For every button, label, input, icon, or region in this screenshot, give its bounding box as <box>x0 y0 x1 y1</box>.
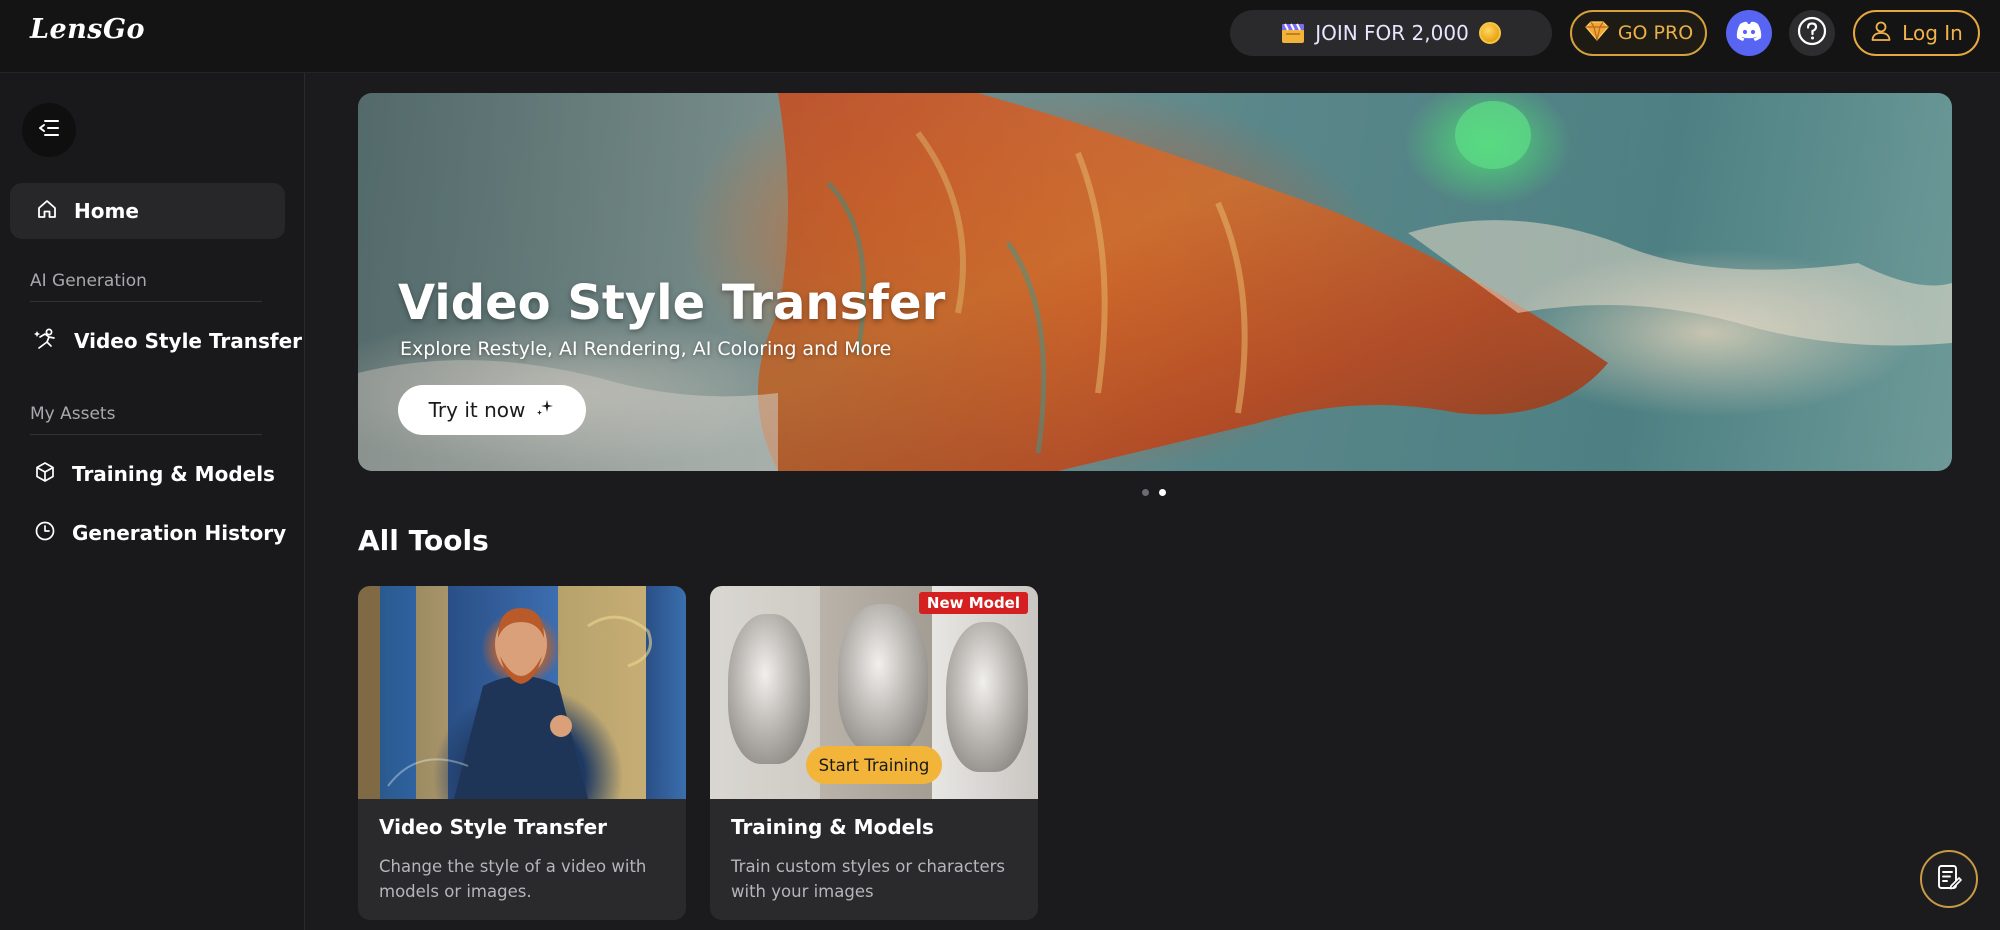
card-title: Training & Models <box>731 815 934 839</box>
diamond-icon <box>1584 20 1610 47</box>
discord-button[interactable] <box>1726 10 1772 56</box>
cube-icon <box>34 461 56 488</box>
statue-image-2 <box>838 604 928 754</box>
tool-card-training-models[interactable]: New Model Start Training Training & Mode… <box>710 586 1038 920</box>
notepad-edit-icon <box>1935 863 1963 895</box>
statue-image-3 <box>946 622 1028 772</box>
section-divider <box>30 434 262 435</box>
training-models-thumbnail: New Model Start Training <box>710 586 1038 799</box>
help-button[interactable] <box>1789 10 1835 56</box>
discord-icon <box>1736 21 1762 45</box>
go-pro-button[interactable]: GO PRO <box>1570 10 1707 56</box>
sidebar-item-video-style-transfer[interactable]: Video Style Transfer <box>34 321 302 361</box>
card-description: Train custom styles or characters with y… <box>731 857 1005 901</box>
section-label-my-assets: My Assets <box>30 404 116 424</box>
sidebar-item-label: Video Style Transfer <box>74 329 303 353</box>
sidebar: Home AI Generation Video Style Transfer … <box>0 73 305 930</box>
tool-card-video-style-transfer[interactable]: Video Style Transfer Change the style of… <box>358 586 686 920</box>
try-it-now-label: Try it now <box>428 398 526 422</box>
section-heading-all-tools: All Tools <box>358 524 489 557</box>
home-icon <box>36 198 58 225</box>
new-model-badge: New Model <box>918 592 1028 614</box>
section-label-ai-generation: AI Generation <box>30 271 147 291</box>
hero-banner[interactable]: Video Style Transfer Explore Restyle, AI… <box>358 93 1952 471</box>
join-button[interactable]: JOIN FOR 2,000 <box>1230 10 1552 56</box>
help-icon <box>1797 16 1827 50</box>
carousel-dot-1[interactable] <box>1142 489 1149 496</box>
sparkle-icon <box>535 398 555 423</box>
carousel-pagination <box>1142 489 1166 496</box>
card-description: Change the style of a video with models … <box>379 857 647 901</box>
card-title: Video Style Transfer <box>379 815 608 839</box>
banner-title: Video Style Transfer <box>398 275 946 331</box>
style-transfer-icon <box>34 327 58 356</box>
sidebar-item-generation-history[interactable]: Generation History <box>34 513 286 553</box>
sidebar-item-home[interactable]: Home <box>10 183 285 239</box>
coin-icon <box>1478 22 1501 44</box>
sidebar-item-label: Home <box>74 199 139 223</box>
clapperboard-icon <box>1281 22 1305 44</box>
try-it-now-button[interactable]: Try it now <box>398 385 586 435</box>
login-label: Log In <box>1902 21 1963 45</box>
collapse-sidebar-button[interactable] <box>22 103 76 157</box>
top-bar: LensGo JOIN FOR 2,000 GO PRO Log In <box>0 0 2000 73</box>
logo[interactable]: LensGo <box>30 14 145 45</box>
video-style-transfer-thumbnail <box>358 586 686 799</box>
go-pro-label: GO PRO <box>1617 22 1694 44</box>
carousel-dot-2[interactable] <box>1159 489 1166 496</box>
login-button[interactable]: Log In <box>1853 10 1980 56</box>
clock-icon <box>34 520 56 547</box>
user-icon <box>1870 20 1892 47</box>
menu-collapse-icon <box>38 119 60 141</box>
start-training-button[interactable]: Start Training <box>806 746 942 784</box>
section-divider <box>30 301 262 302</box>
join-label: JOIN FOR 2,000 <box>1315 21 1469 45</box>
sidebar-item-label: Generation History <box>72 521 287 545</box>
sidebar-item-label: Training & Models <box>72 462 275 486</box>
sidebar-item-training-models[interactable]: Training & Models <box>34 454 275 494</box>
feedback-button[interactable] <box>1920 850 1978 908</box>
banner-subtitle: Explore Restyle, AI Rendering, AI Colori… <box>400 338 892 360</box>
statue-image-1 <box>728 614 810 764</box>
